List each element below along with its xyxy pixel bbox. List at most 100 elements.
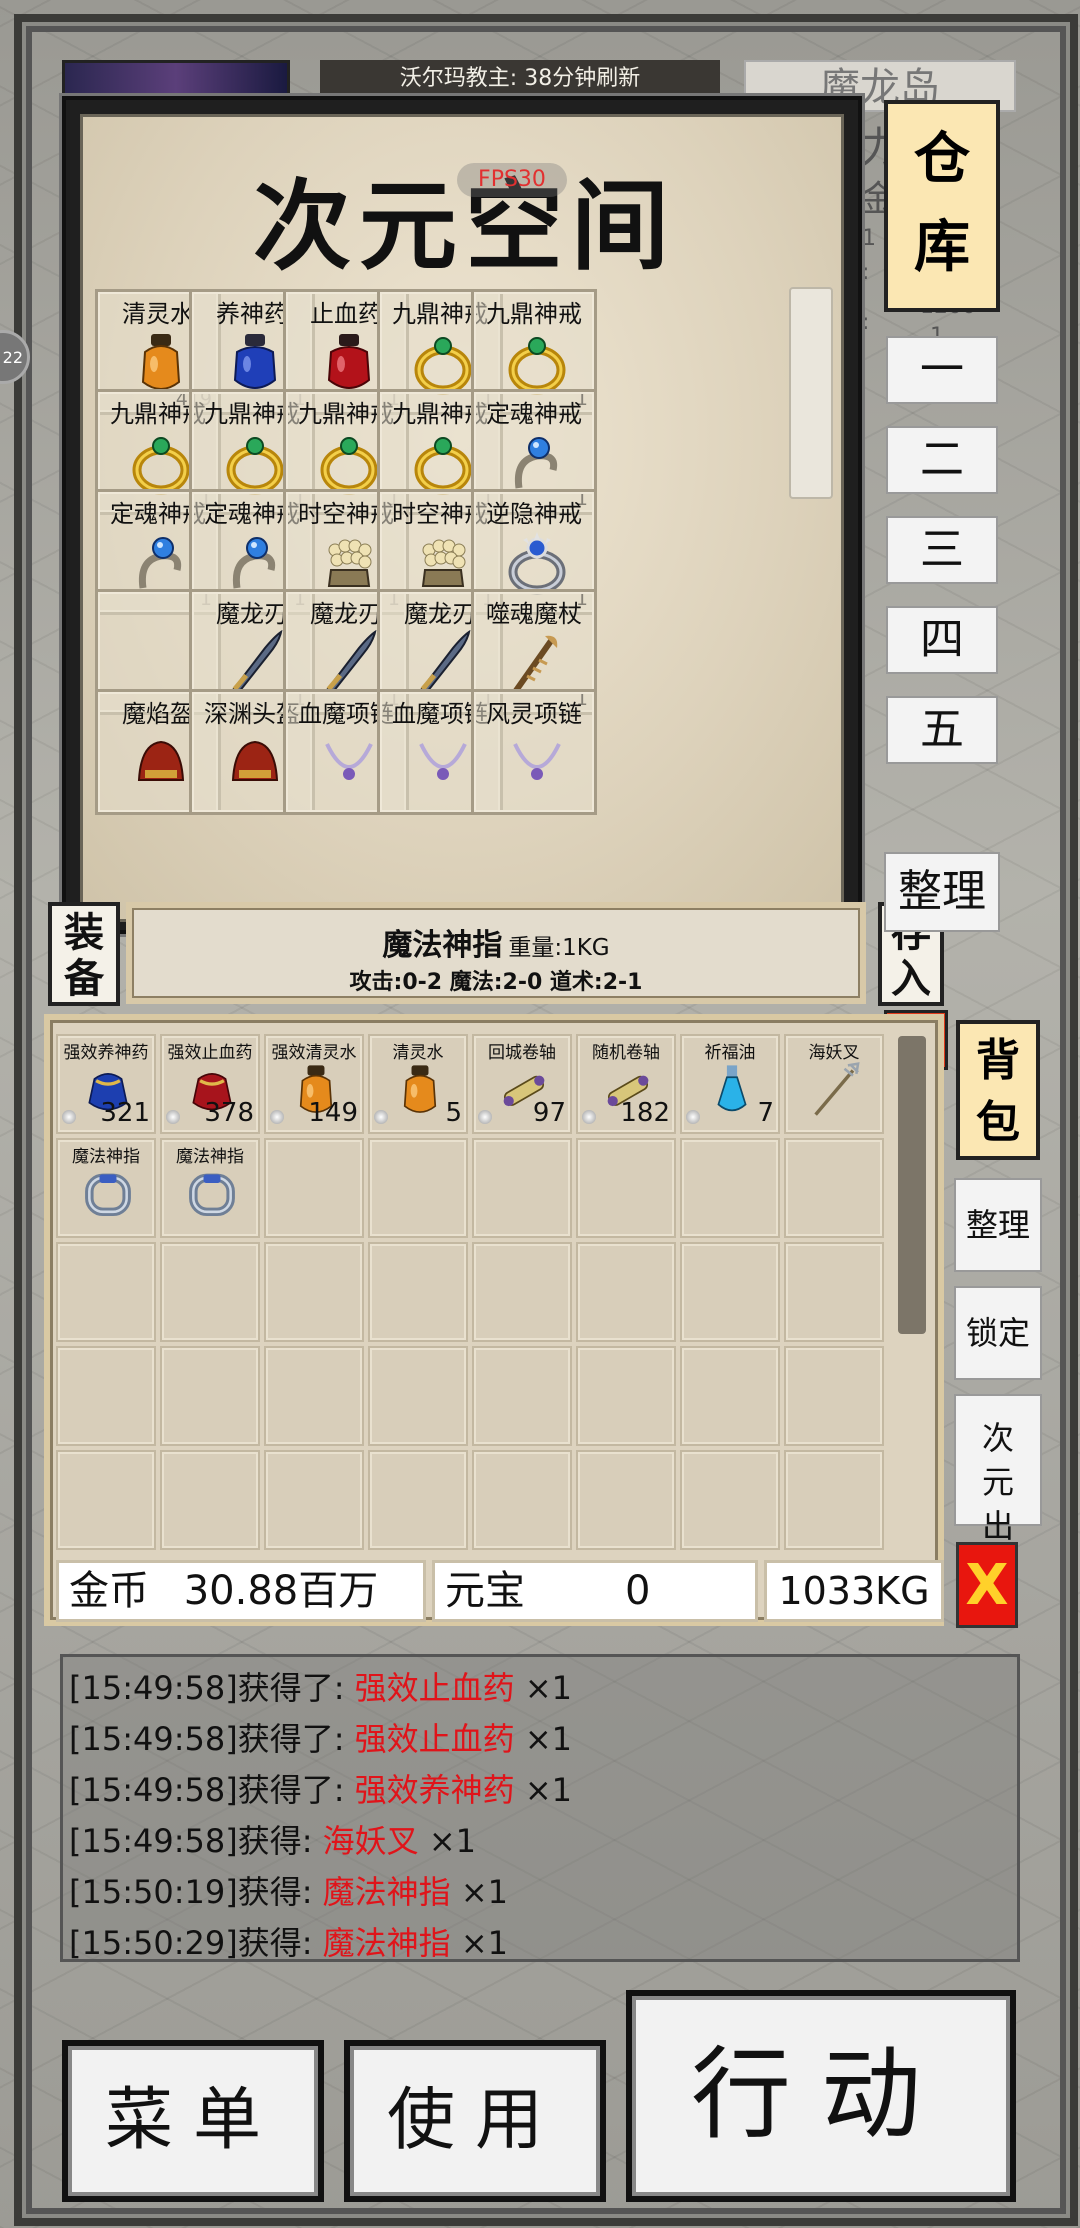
bag-slot[interactable] xyxy=(680,1138,780,1238)
bag-slot[interactable]: 魔法神指 xyxy=(160,1138,260,1238)
helmet-icon xyxy=(131,730,191,796)
bag-slot[interactable]: 随机卷轴 182 xyxy=(576,1034,676,1134)
bag-slot[interactable]: 海妖叉 xyxy=(784,1034,884,1134)
bag-slot[interactable] xyxy=(160,1346,260,1446)
bag-slot[interactable] xyxy=(784,1138,884,1238)
log-item-name: 强效养神药 xyxy=(354,1771,515,1809)
bag-slot[interactable] xyxy=(368,1242,468,1342)
bag-slot[interactable] xyxy=(472,1450,572,1550)
gold-value: 30.88百万 xyxy=(183,1568,379,1614)
storage-page-tab[interactable]: 三 xyxy=(886,516,998,584)
sort-storage-button[interactable]: 整理 xyxy=(884,852,1000,932)
bag-slot[interactable]: 强效止血药 378 xyxy=(160,1034,260,1134)
bag-slot[interactable] xyxy=(264,1450,364,1550)
silver-ring-icon xyxy=(186,1166,238,1222)
log-line: [15:50:19]获得: 魔法神指 ×1 xyxy=(69,1867,508,1913)
log-prefix: [15:49:58]获得了: xyxy=(69,1720,355,1758)
storage-page-tab[interactable]: 一 xyxy=(886,336,998,404)
bag-slot[interactable] xyxy=(680,1346,780,1446)
yuanbao-value: 0 xyxy=(625,1568,651,1614)
fps-counter: FPS30 xyxy=(457,163,567,197)
menu-button[interactable]: 菜单 xyxy=(62,2040,324,2202)
bind-gem-icon xyxy=(62,1110,76,1124)
storage-page-tab[interactable]: 四 xyxy=(886,606,998,674)
bag-slot[interactable] xyxy=(472,1346,572,1446)
bind-gem-icon xyxy=(374,1110,388,1124)
log-line: [15:49:58]获得了: 强效养神药 ×1 xyxy=(69,1765,572,1811)
log-prefix: [15:49:58]获得: xyxy=(69,1822,323,1860)
bag-slot[interactable]: 祈福油 7 xyxy=(680,1034,780,1134)
bag-slot[interactable] xyxy=(784,1242,884,1342)
bag-slot[interactable]: 回城卷轴 97 xyxy=(472,1034,572,1134)
bag-slot[interactable] xyxy=(576,1450,676,1550)
pearl-ring-icon xyxy=(319,530,379,596)
bag-slot[interactable] xyxy=(56,1242,156,1342)
bag-slot[interactable] xyxy=(472,1242,572,1342)
bind-gem-icon xyxy=(270,1110,284,1124)
bag-slot[interactable] xyxy=(264,1138,364,1238)
sort-bag-button[interactable]: 整理 xyxy=(954,1178,1042,1272)
log-quantity: ×1 xyxy=(450,1873,509,1911)
spiked-ring-icon xyxy=(507,530,567,596)
bag-slot[interactable] xyxy=(264,1346,364,1446)
log-prefix: [15:50:19]获得: xyxy=(69,1873,323,1911)
action-button[interactable]: 行动 xyxy=(626,1990,1016,2202)
storage-slot[interactable]: 风灵项链 xyxy=(471,689,597,815)
slot-item-name: 魔法神指 xyxy=(176,1147,244,1167)
log-quantity: ×1 xyxy=(450,1924,509,1962)
bag-slot[interactable] xyxy=(160,1242,260,1342)
log-item-name: 魔法神指 xyxy=(322,1873,451,1911)
pearl-ring-icon xyxy=(413,530,473,596)
slot-item-name: 清灵水 xyxy=(392,1043,444,1063)
item-name-line: 魔法神指 重量:1KG xyxy=(132,920,860,964)
bag-slot[interactable] xyxy=(368,1450,468,1550)
bag-tab[interactable]: 背包 xyxy=(956,1020,1040,1160)
bag-slot[interactable] xyxy=(576,1242,676,1342)
bag-slot[interactable] xyxy=(784,1346,884,1446)
bag-slot[interactable]: 强效养神药 321 xyxy=(56,1034,156,1134)
item-weight: 重量:1KG xyxy=(508,935,610,961)
bag-slot[interactable] xyxy=(56,1346,156,1446)
jade-ring-icon xyxy=(413,330,473,396)
bag-slot[interactable] xyxy=(784,1450,884,1550)
bag-slot[interactable] xyxy=(368,1346,468,1446)
bag-slot[interactable] xyxy=(56,1450,156,1550)
close-button[interactable]: X xyxy=(956,1542,1018,1628)
bag-slot[interactable] xyxy=(368,1138,468,1238)
bag-slot[interactable] xyxy=(576,1138,676,1238)
bag-scrollbar[interactable] xyxy=(898,1036,926,1334)
log-line: [15:49:58]获得了: 强效止血药 ×1 xyxy=(69,1714,572,1760)
equip-button[interactable]: 装备 xyxy=(48,902,120,1006)
blue-orb-ring-icon xyxy=(225,530,285,596)
bag-slot[interactable] xyxy=(264,1242,364,1342)
gold-label: 金币 xyxy=(69,1568,149,1614)
bag-slot[interactable]: 强效清灵水 149 xyxy=(264,1034,364,1134)
dragon-blade-icon xyxy=(413,629,473,696)
bag-slot[interactable] xyxy=(680,1242,780,1342)
log-quantity: ×1 xyxy=(514,1669,573,1707)
bag-slot[interactable] xyxy=(472,1138,572,1238)
bag-slot[interactable] xyxy=(680,1450,780,1550)
bag-slot[interactable]: 魔法神指 xyxy=(56,1138,156,1238)
jade-ring-icon xyxy=(319,430,379,496)
use-button[interactable]: 使用 xyxy=(344,2040,606,2202)
log-line: [15:50:29]获得: 魔法神指 ×1 xyxy=(69,1918,508,1964)
log-prefix: [15:50:29]获得: xyxy=(69,1924,323,1962)
storage-page-tab[interactable]: 五 xyxy=(886,696,998,764)
storage-scrollbar[interactable] xyxy=(789,287,833,499)
slot-item-name: 风灵项链 xyxy=(486,700,582,728)
lock-button[interactable]: 锁定 xyxy=(954,1286,1042,1380)
dimension-sell-button[interactable]: 次元出售 xyxy=(954,1394,1042,1589)
slot-item-count: 182 xyxy=(620,1098,670,1128)
bag-slot[interactable] xyxy=(160,1450,260,1550)
slot-item-name: 海妖叉 xyxy=(808,1043,860,1063)
warehouse-tab[interactable]: 仓库 xyxy=(884,100,1000,312)
blue-orb-ring-icon xyxy=(507,430,567,496)
storage-page-tab[interactable]: 二 xyxy=(886,426,998,494)
jade-ring-icon xyxy=(225,430,285,496)
slot-item-name: 强效止血药 xyxy=(167,1043,253,1063)
slot-item-count: 5 xyxy=(445,1098,462,1128)
bag-slot[interactable] xyxy=(576,1346,676,1446)
bag-slot[interactable]: 清灵水 5 xyxy=(368,1034,468,1134)
bag-weight: 1033KG xyxy=(764,1560,944,1622)
